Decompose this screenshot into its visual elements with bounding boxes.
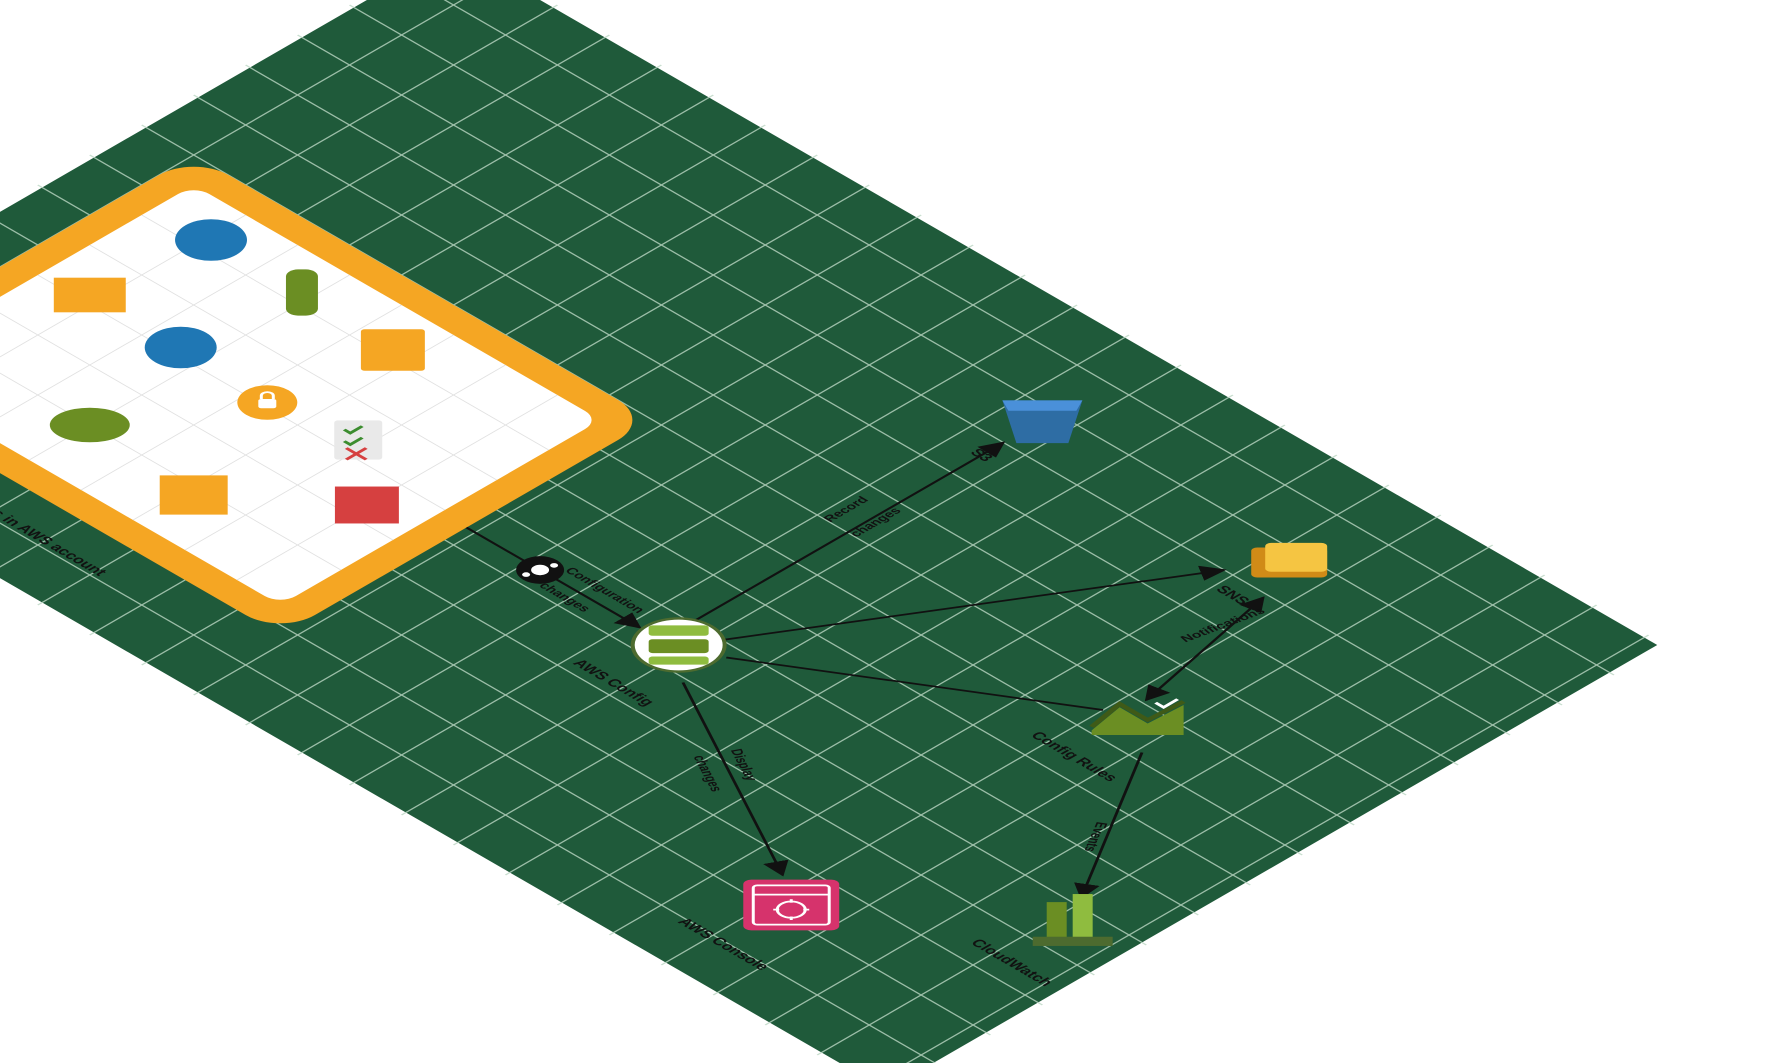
aws-config-node [633, 618, 725, 671]
db-icon [175, 219, 247, 261]
cloudfront-icon [335, 487, 399, 524]
ec2-icon [160, 475, 228, 514]
stack-icon [54, 278, 126, 313]
db2-icon [145, 327, 217, 369]
s3-node [1002, 400, 1082, 443]
gears-icon [516, 556, 564, 584]
aws-console-node [743, 880, 839, 931]
sns-node [1251, 543, 1327, 578]
key-icon [286, 269, 318, 315]
diagram-canvas: Resources in AWS account Configuration c… [0, 0, 1792, 1063]
dynamodb-icon [361, 329, 425, 371]
helmet-icon [50, 408, 130, 443]
